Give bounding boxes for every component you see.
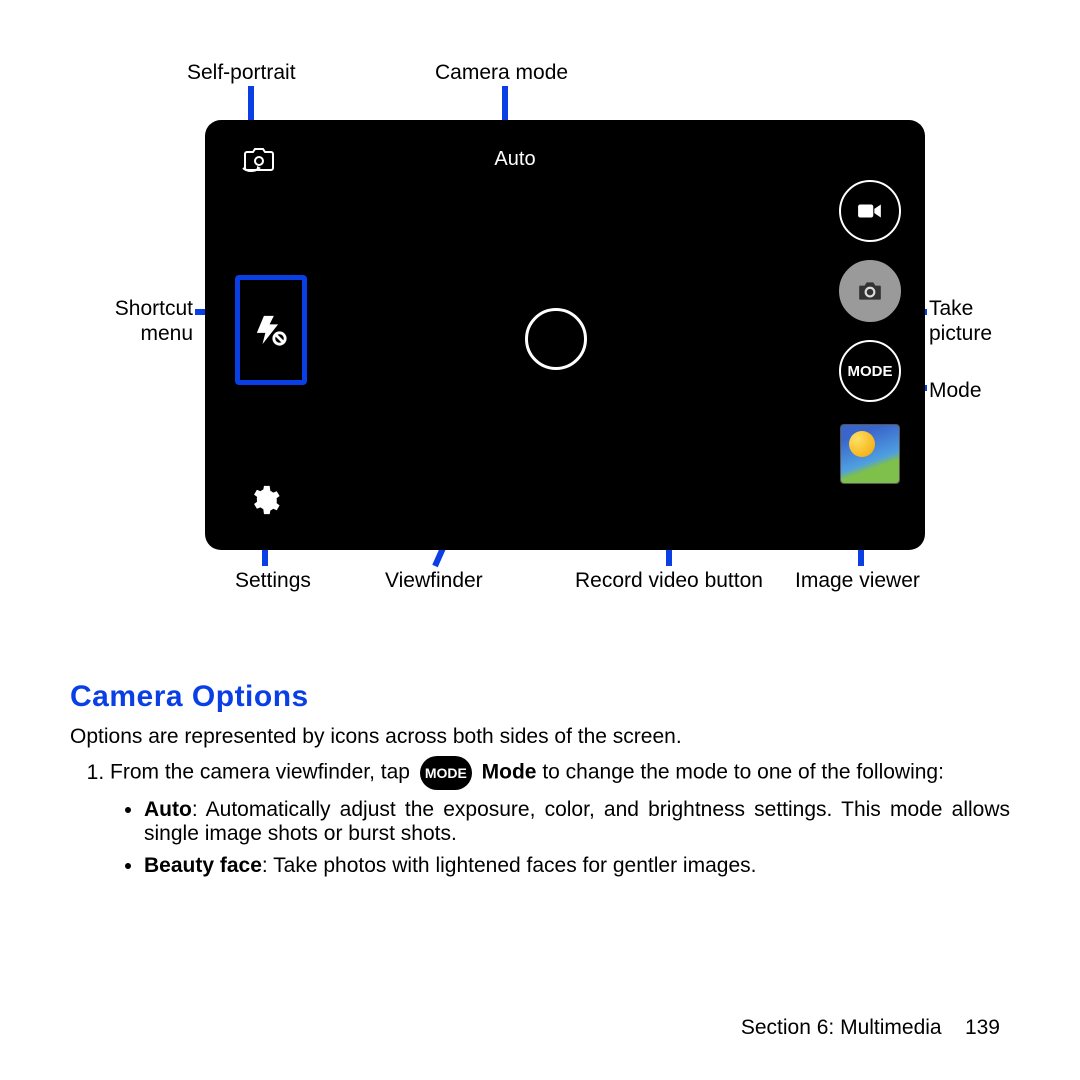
callout-image-viewer: Image viewer bbox=[795, 568, 920, 593]
settings-icon[interactable] bbox=[247, 483, 281, 522]
callout-mode: Mode bbox=[929, 378, 982, 403]
right-button-stack: MODE bbox=[839, 180, 901, 484]
callout-camera-mode: Camera mode bbox=[435, 60, 568, 85]
callout-take-picture: Take picture bbox=[929, 296, 992, 346]
section-heading: Camera Options bbox=[70, 680, 1010, 714]
mode-pill-icon: MODE bbox=[420, 756, 472, 790]
bullet-beauty: Beauty face: Take photos with lightened … bbox=[144, 854, 1010, 878]
image-viewer-thumbnail[interactable] bbox=[840, 424, 900, 484]
intro-text: Options are represented by icons across … bbox=[70, 724, 1010, 750]
callout-record-video: Record video button bbox=[575, 568, 763, 593]
callout-viewfinder: Viewfinder bbox=[385, 568, 483, 593]
camera-phone-mockup: Auto MODE bbox=[205, 120, 925, 550]
camera-diagram: Self-portrait Camera mode Shortcut menu … bbox=[105, 60, 975, 630]
mode-bullets: Auto: Automatically adjust the exposure,… bbox=[110, 798, 1010, 878]
record-video-button[interactable] bbox=[839, 180, 901, 242]
callout-settings: Settings bbox=[235, 568, 311, 593]
callout-shortcut-menu: Shortcut menu bbox=[105, 296, 193, 346]
step-1: From the camera viewfinder, tap MODE Mod… bbox=[110, 756, 1010, 878]
callout-self-portrait: Self-portrait bbox=[187, 60, 296, 85]
shortcut-menu-icon[interactable] bbox=[235, 275, 307, 385]
take-picture-button[interactable] bbox=[839, 260, 901, 322]
mode-button[interactable]: MODE bbox=[839, 340, 901, 402]
page-footer: Section 6: Multimedia 139 bbox=[741, 1016, 1000, 1040]
step-list: From the camera viewfinder, tap MODE Mod… bbox=[70, 756, 1010, 878]
bullet-auto: Auto: Automatically adjust the exposure,… bbox=[144, 798, 1010, 846]
camera-screen: Auto MODE bbox=[225, 140, 905, 530]
viewfinder-focus-ring[interactable] bbox=[525, 308, 587, 370]
manual-page: Self-portrait Camera mode Shortcut menu … bbox=[0, 0, 1080, 1080]
camera-mode-label[interactable]: Auto bbox=[225, 148, 805, 171]
